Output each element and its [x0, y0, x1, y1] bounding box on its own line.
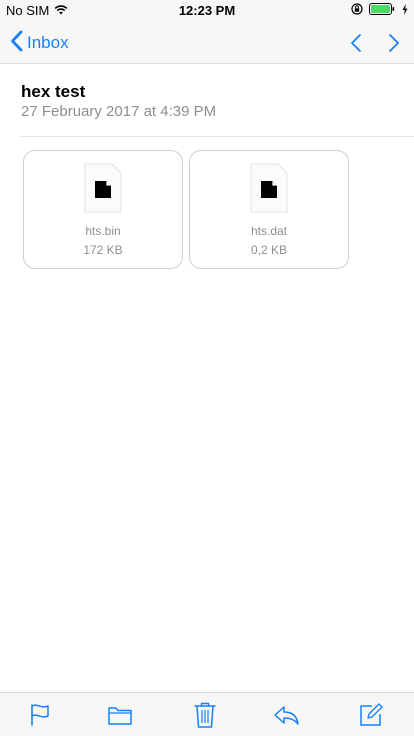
flag-icon [31, 704, 49, 726]
next-message-button[interactable] [386, 30, 402, 56]
message-navigation [348, 30, 402, 56]
bottom-toolbar [0, 692, 414, 736]
attachment-size: 0,2 KB [250, 243, 288, 257]
navigation-bar: Inbox [0, 20, 414, 64]
message-date: 27 February 2017 at 4:39 PM [21, 103, 217, 120]
status-bar: No SIM 12:23 PM [0, 0, 414, 20]
orientation-lock-icon [351, 3, 363, 18]
chevron-up-icon [351, 34, 361, 52]
message-subject: hex test [21, 82, 86, 101]
attachment-name: hts.bin [85, 224, 121, 238]
compose-icon [360, 703, 383, 726]
document-icon [250, 163, 288, 213]
battery-icon [369, 3, 396, 18]
delete-button[interactable] [191, 701, 219, 729]
move-to-folder-button[interactable] [106, 701, 134, 729]
reply-icon [274, 706, 299, 725]
back-to-inbox-button[interactable]: Inbox [10, 30, 69, 56]
status-right [351, 3, 408, 18]
document-icon [84, 163, 122, 213]
back-label: Inbox [27, 33, 69, 52]
previous-message-button[interactable] [348, 30, 364, 56]
mail-message-screen: No SIM 12:23 PM Inbox hex test 27 Februa… [0, 0, 414, 736]
chevron-left-icon [10, 30, 23, 57]
compose-button[interactable] [357, 701, 385, 729]
attachment-size: 172 KB [83, 243, 123, 257]
attachment-hts-bin[interactable]: hts.bin 172 KB [23, 150, 183, 269]
header-divider [21, 136, 414, 137]
chevron-down-icon [389, 34, 399, 52]
reply-button[interactable] [272, 701, 300, 729]
flag-button[interactable] [26, 701, 54, 729]
trash-icon [194, 702, 216, 728]
attachment-hts-dat[interactable]: hts.dat 0,2 KB [189, 150, 349, 269]
folder-icon [108, 707, 132, 725]
attachment-name: hts.dat [250, 224, 288, 238]
charging-bolt-icon [402, 3, 408, 18]
